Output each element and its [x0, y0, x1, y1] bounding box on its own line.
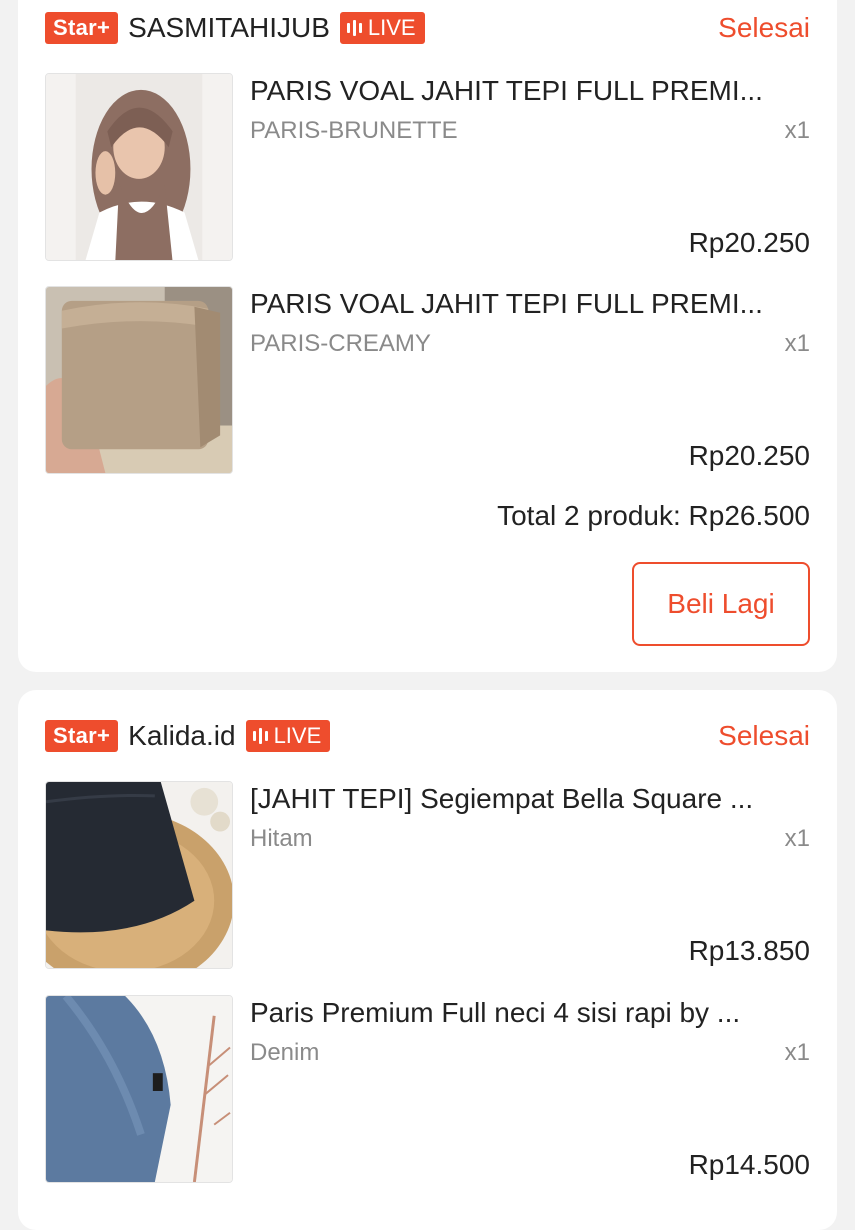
live-badge: LIVE: [245, 720, 331, 752]
order-total: Total 2 produk: Rp26.500: [497, 500, 810, 531]
shop-header[interactable]: Star+ Kalida.id LIVE Selesai: [45, 716, 810, 756]
order-card[interactable]: Star+ SASMITAHIJUB LIVE Selesai PARIS VO…: [18, 0, 837, 672]
product-variant: Denim: [250, 1039, 320, 1066]
product-variant: PARIS-BRUNETTE: [250, 117, 458, 144]
shop-name[interactable]: Kalida.id: [128, 720, 235, 752]
buy-again-button[interactable]: Beli Lagi: [632, 562, 810, 646]
product-quantity: x1: [784, 825, 810, 852]
order-card[interactable]: Star+ Kalida.id LIVE Selesai [JAHIT TEPI…: [18, 690, 837, 1230]
folded-fabric-photo: [46, 287, 232, 473]
denim-scarf-photo: [46, 996, 232, 1182]
live-label: LIVE: [367, 15, 416, 40]
shop-header[interactable]: Star+ SASMITAHIJUB LIVE Selesai: [45, 8, 810, 48]
product-price: Rp13.850: [688, 935, 810, 966]
product-quantity: x1: [784, 330, 810, 357]
product-price: Rp14.500: [688, 1149, 810, 1180]
hijab-model-photo: [46, 74, 232, 260]
star-plus-badge: Star+: [45, 720, 119, 752]
product-quantity: x1: [784, 117, 810, 144]
order-item[interactable]: PARIS VOAL JAHIT TEPI FULL PREMI... PARI…: [45, 286, 810, 474]
product-image: [45, 995, 233, 1183]
order-item[interactable]: Paris Premium Full neci 4 sisi rapi by .…: [45, 995, 810, 1183]
product-title: PARIS VOAL JAHIT TEPI FULL PREMI...: [250, 75, 763, 106]
live-bars-icon: [252, 728, 268, 744]
product-image: [45, 781, 233, 969]
product-title: [JAHIT TEPI] Segiempat Bella Square ...: [250, 783, 754, 814]
product-variant: Hitam: [250, 825, 313, 852]
black-scarf-photo: [46, 782, 232, 968]
product-image: [45, 286, 233, 474]
order-status: Selesai: [718, 12, 810, 43]
live-badge: LIVE: [339, 12, 425, 44]
order-status: Selesai: [718, 720, 810, 751]
shop-name[interactable]: SASMITAHIJUB: [128, 12, 330, 44]
product-image: [45, 73, 233, 261]
order-item[interactable]: [JAHIT TEPI] Segiempat Bella Square ... …: [45, 781, 810, 969]
live-bars-icon: [346, 20, 362, 36]
product-quantity: x1: [784, 1039, 810, 1066]
star-plus-badge: Star+: [45, 12, 119, 44]
product-price: Rp20.250: [688, 440, 810, 471]
product-title: Paris Premium Full neci 4 sisi rapi by .…: [250, 997, 741, 1028]
product-variant: PARIS-CREAMY: [250, 330, 431, 357]
order-item[interactable]: PARIS VOAL JAHIT TEPI FULL PREMI... PARI…: [45, 73, 810, 261]
live-label: LIVE: [273, 723, 322, 748]
product-title: PARIS VOAL JAHIT TEPI FULL PREMI...: [250, 288, 763, 319]
product-price: Rp20.250: [688, 227, 810, 258]
